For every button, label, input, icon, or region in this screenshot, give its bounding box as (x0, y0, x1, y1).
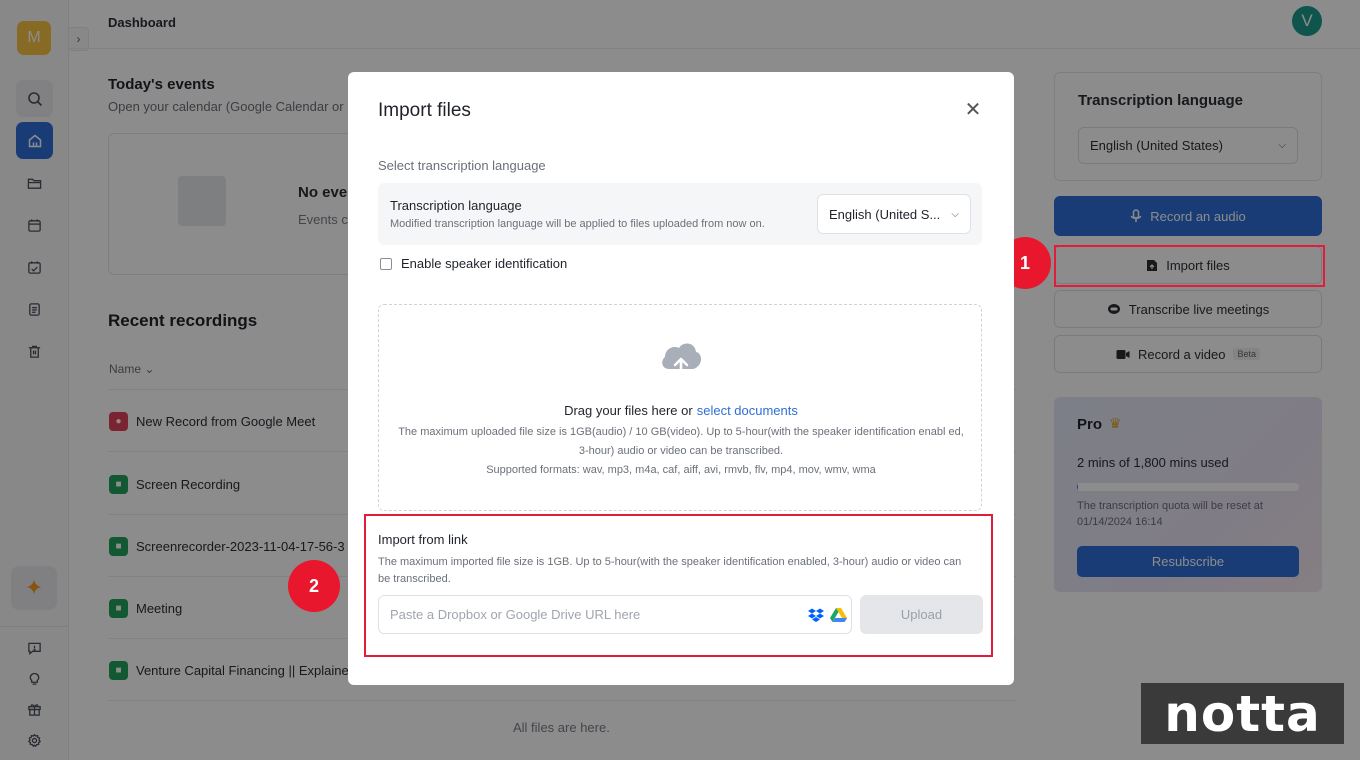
transcription-language-hint: Modified transcription language will be … (390, 218, 765, 230)
modal-language-select[interactable]: English (United S... ⌵ (817, 194, 971, 234)
chevron-down-icon: ⌵ (951, 208, 959, 220)
transcription-language-label: Transcription language (390, 198, 522, 213)
select-language-label: Select transcription language (378, 158, 546, 173)
annotation-step-2-badge: 2 (288, 560, 340, 612)
upload-limits-text: The maximum uploaded file size is 1GB(au… (398, 426, 964, 476)
modal-title: Import files (378, 100, 471, 121)
close-icon: ✕ (964, 98, 982, 121)
speaker-identification-label: Enable speaker identification (401, 256, 568, 271)
transcription-language-box: Transcription language Modified transcri… (378, 183, 982, 245)
annotation-highlight-import-files (1054, 245, 1325, 287)
close-button[interactable]: ✕ (962, 98, 984, 121)
speaker-identification-checkbox[interactable] (380, 257, 392, 270)
annotation-highlight-import-from-link (364, 514, 993, 657)
select-documents-link[interactable]: select documents (697, 403, 798, 418)
cloud-upload-icon (662, 343, 702, 377)
notta-watermark-logo: notta (1141, 683, 1344, 744)
file-dropzone[interactable]: Drag your files here or select documents … (378, 304, 982, 511)
speaker-identification-row[interactable]: Enable speaker identification (380, 256, 567, 271)
drag-drop-text: Drag your files here or select documents (564, 403, 798, 418)
